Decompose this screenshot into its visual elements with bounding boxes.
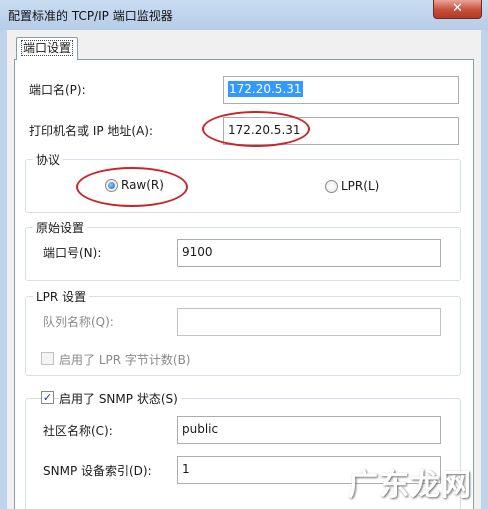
queue-name-input[interactable] [177, 308, 441, 336]
protocol-group-title: 协议 [33, 151, 64, 168]
community-name-label: 社区名称(C): [43, 424, 113, 438]
port-number-input[interactable]: 9100 [177, 239, 441, 267]
annotation-ellipse-raw [76, 167, 188, 207]
snmp-enable-checkbox[interactable]: ✓ [41, 391, 54, 404]
close-button[interactable]: ✕ [433, 0, 482, 19]
lpr-radio[interactable] [325, 180, 338, 193]
port-number-value: 9100 [182, 245, 213, 259]
port-name-label: 端口名(P): [29, 83, 86, 97]
lpr-settings-title: LPR 设置 [33, 288, 90, 305]
watermark-text: 广东龙网 [348, 468, 472, 503]
port-name-input[interactable]: 172.20.5.31 [223, 76, 459, 104]
snmp-enable-label[interactable]: 启用了 SNMP 状态(S) [59, 390, 181, 407]
lpr-radio-label[interactable]: LPR(L) [341, 179, 379, 193]
queue-name-label: 队列名称(Q): [43, 315, 114, 329]
snmp-device-index-value: 1 [182, 462, 190, 476]
tab-port-settings[interactable]: 端口设置 [16, 37, 78, 60]
port-number-label: 端口号(N): [43, 246, 102, 260]
community-name-input[interactable]: public [177, 416, 441, 444]
title-bar[interactable]: 配置标准的 TCP/IP 端口监视器 ✕ [0, 0, 488, 30]
snmp-device-index-label: SNMP 设备索引(D): [43, 464, 152, 478]
host-label: 打印机名或 IP 地址(A): [29, 124, 154, 138]
community-name-value: public [182, 422, 219, 436]
lpr-byte-count-checkbox[interactable] [41, 352, 54, 365]
window-title: 配置标准的 TCP/IP 端口监视器 [8, 9, 173, 23]
port-name-value: 172.20.5.31 [228, 81, 303, 97]
raw-settings-title: 原始设置 [33, 219, 88, 236]
lpr-byte-count-label[interactable]: 启用了 LPR 字节计数(B) [59, 351, 191, 368]
annotation-ellipse-host [202, 111, 310, 147]
tab-label: 端口设置 [20, 40, 73, 56]
